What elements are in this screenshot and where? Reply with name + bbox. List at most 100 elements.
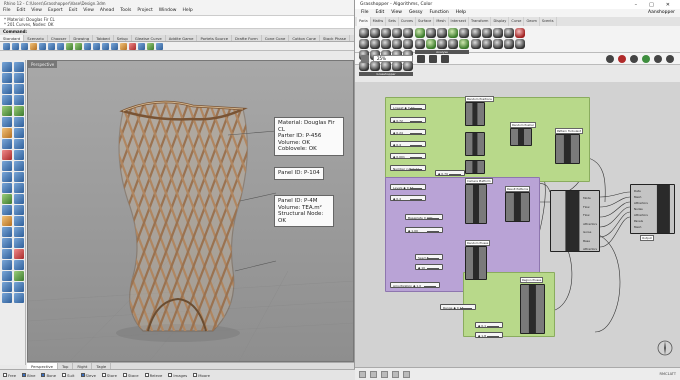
rhino-menu-tools[interactable]: Tools [120,7,131,15]
osnap-stace[interactable]: Stace [122,373,139,378]
number-slider[interactable]: Number cult 0.11 [390,165,426,171]
number-slider[interactable]: ◆ 0.001 [390,153,426,159]
number-slider[interactable]: Baseplate 0.000 [405,214,443,220]
component-icon[interactable] [403,39,413,49]
status-icon[interactable] [359,370,366,378]
number-slider[interactable]: ◆ 0.24 [390,129,426,135]
component-icon[interactable] [392,61,402,71]
osnap-moore[interactable]: Moore [193,373,210,378]
loft-icon[interactable] [14,106,24,116]
random-pluses-component[interactable] [465,246,487,280]
options-icon[interactable] [156,43,163,50]
number-slider[interactable]: Range ◆ 0.13 [440,304,476,310]
osnap-free[interactable]: Free [3,373,16,378]
tab-stack-phase[interactable]: Stack Phase [320,35,351,41]
range-component[interactable] [465,160,485,174]
tab-tabbed[interactable]: Tabbed [93,35,114,41]
pattern-turbulent-component[interactable] [555,134,580,164]
component-icon[interactable] [415,28,425,38]
tab-curves[interactable]: Curves [399,17,416,26]
osnap-icon[interactable] [2,293,12,303]
snap-icon[interactable] [2,260,12,270]
tab-sets[interactable]: Sets [386,17,399,26]
rotate-view-icon[interactable] [93,43,100,50]
text-icon[interactable] [14,205,24,215]
osnap-sleve[interactable]: Sleve [80,373,96,378]
trim-icon[interactable] [2,150,12,160]
tab-addite-game[interactable]: Addite Game [166,35,198,41]
gh-menu-help[interactable]: Help [456,9,466,17]
preview-selected-icon[interactable] [642,54,650,63]
output-param[interactable]: Attractors [583,245,597,254]
cut-icon[interactable] [39,43,46,50]
tab-chooser[interactable]: Chooser [48,35,71,41]
component-icon[interactable] [482,39,492,49]
status-icon[interactable] [381,370,388,378]
undo-icon[interactable] [66,43,73,50]
gh-menu-gessy[interactable]: Gessy [409,9,423,17]
component-icon[interactable] [515,39,525,49]
lock-icon[interactable] [2,249,12,259]
component-icon[interactable] [359,61,369,71]
copy-icon[interactable] [48,43,55,50]
component-icon[interactable] [392,39,402,49]
component-icon[interactable] [471,39,481,49]
component-icon[interactable] [381,39,391,49]
analyze-icon[interactable] [2,216,12,226]
rhino-menu-edit[interactable]: Edit [17,7,26,15]
osnap-bine[interactable]: Bine [22,373,35,378]
checkbox-icon[interactable] [41,373,46,377]
checkbox-icon[interactable] [80,373,85,377]
preview-wire-icon[interactable] [618,54,626,63]
output-param[interactable]: Flow [583,203,597,212]
gh-menu-edit[interactable]: Edit [376,9,385,17]
camera-platform-component[interactable] [465,184,487,224]
rhino-menu-expert[interactable]: Expert [48,7,63,15]
document-preview-icon[interactable] [654,54,662,63]
rhino-menu-exit[interactable]: Exit [69,7,78,15]
tab-cone-cone[interactable]: Cone Cone [262,35,290,41]
rhino-menu-view2[interactable]: View [83,7,94,15]
hide-icon[interactable] [14,238,24,248]
component-icon[interactable] [370,28,380,38]
status-icon[interactable] [370,370,377,378]
paste-icon[interactable] [57,43,64,50]
circle-icon[interactable] [14,84,24,94]
group-icon[interactable] [2,238,12,248]
component-icon[interactable] [437,28,447,38]
component-icon[interactable] [359,39,369,49]
planar-icon[interactable] [14,282,24,292]
mirror-icon[interactable] [2,194,12,204]
split-icon[interactable] [14,150,24,160]
line-icon[interactable] [2,73,12,83]
component-icon[interactable] [403,61,413,71]
layer-icon[interactable] [120,43,127,50]
component-icon[interactable] [403,28,413,38]
dimension-icon[interactable] [2,205,12,215]
component-icon[interactable] [482,28,492,38]
component-icon[interactable] [448,39,458,49]
sketch-icon[interactable] [429,54,437,63]
preview-shaded-icon[interactable] [630,54,638,63]
checkbox-icon[interactable] [101,373,106,377]
solid-icon[interactable] [2,117,12,127]
number-slider[interactable]: ◆ 0.4 [390,141,426,147]
navigation-compass-icon[interactable] [656,339,674,357]
tab-maths[interactable]: Maths [371,17,387,26]
gh-menu-function[interactable]: Function [430,9,449,17]
perspective-viewport[interactable]: Perspective Material: Douglas Fir CL Par… [27,60,354,362]
output-param[interactable]: Flow [583,211,597,220]
open-file-icon[interactable] [12,43,19,50]
number-slider[interactable]: Seed ◆ [415,254,443,260]
extrude-icon[interactable] [2,139,12,149]
tab-cotton-cone[interactable]: Cotton Cone [289,35,320,41]
number-slider[interactable]: ◆ 1.8 [475,332,503,338]
rotate-icon[interactable] [2,183,12,193]
pen-icon[interactable] [441,54,449,63]
number-slider[interactable]: Lowest ◆ 0.10 [390,104,426,110]
status-icon[interactable] [403,370,410,378]
tab-intersect[interactable]: Intersect [449,17,470,26]
array-icon[interactable] [14,194,24,204]
minimize-icon[interactable]: – [635,2,638,8]
copy-object-icon[interactable] [14,172,24,182]
